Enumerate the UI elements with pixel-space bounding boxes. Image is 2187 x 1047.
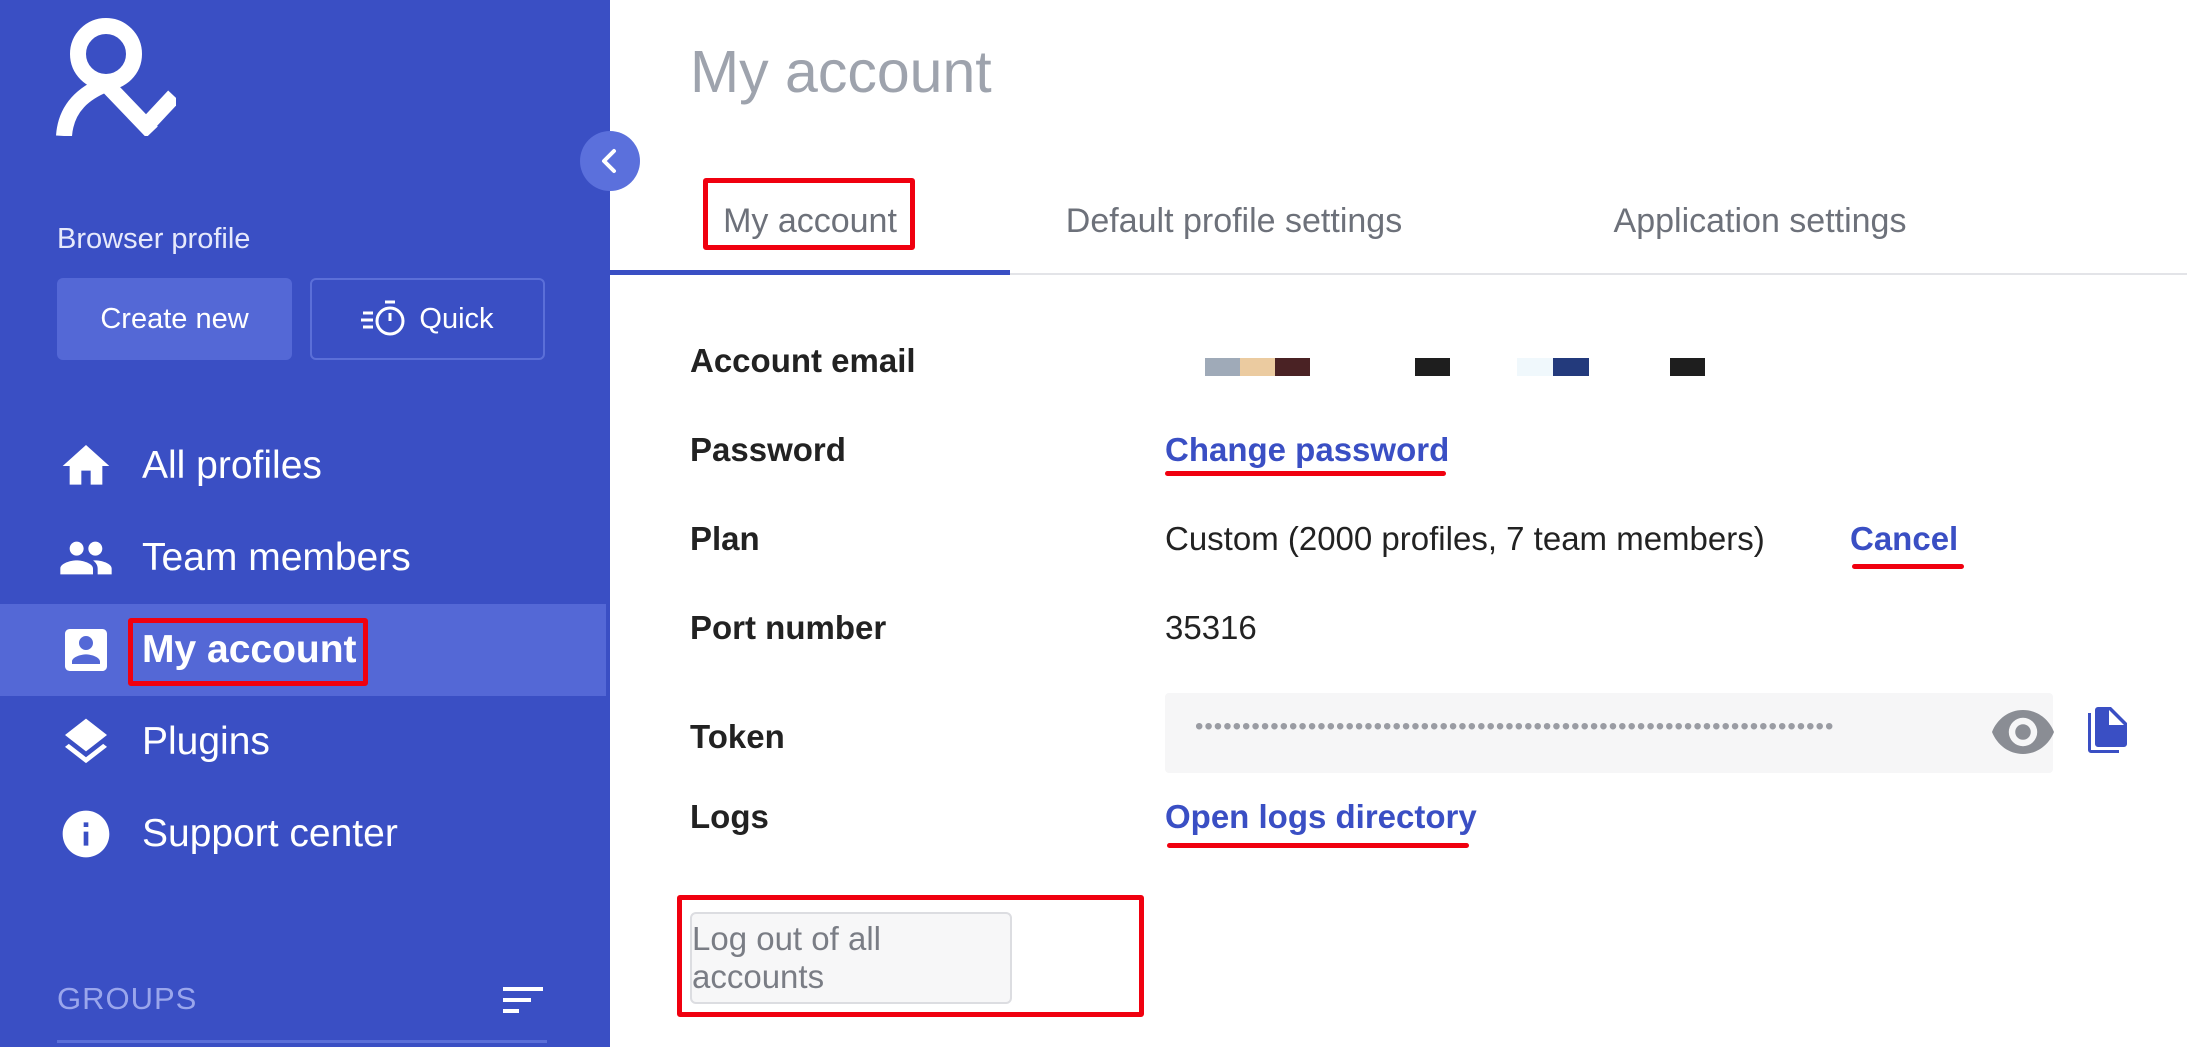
sort-icon[interactable] <box>501 981 547 1019</box>
collapse-sidebar-button[interactable] <box>580 131 640 191</box>
groups-header: GROUPS <box>57 975 547 1025</box>
chevron-left-icon <box>602 149 616 173</box>
app-logo <box>56 18 176 136</box>
main-content: My account My account Default profile se… <box>610 0 2187 1047</box>
annotation-underline-cancel <box>1852 564 1964 569</box>
tab-label: Default profile settings <box>1065 202 1403 240</box>
quick-label: Quick <box>419 302 494 335</box>
token-label: Token <box>690 718 785 755</box>
port-number-value: 35316 <box>1165 609 1257 646</box>
cancel-plan-link[interactable]: Cancel <box>1850 520 1958 558</box>
create-new-button[interactable]: Create new <box>57 278 292 360</box>
annotation-box-logout <box>677 895 1144 1017</box>
layers-icon <box>65 718 107 764</box>
logs-label: Logs <box>690 798 769 835</box>
annotation-box-sidebar <box>128 618 368 686</box>
token-masked-value: ••••••••••••••••••••••••••••••••••••••••… <box>1195 713 1835 740</box>
sidebar-item-plugins[interactable]: Plugins <box>0 696 606 788</box>
annotation-box-tab <box>703 178 915 250</box>
quick-create-button[interactable]: Quick <box>310 278 545 360</box>
sidebar-item-label: Plugins <box>142 720 270 763</box>
tab-default-profile-settings[interactable]: Default profile settings <box>1030 170 1438 273</box>
sidebar-item-label: All profiles <box>142 444 322 487</box>
home-icon <box>62 445 110 485</box>
account-email-redacted <box>1205 358 1745 378</box>
tab-label: Application settings <box>1613 202 1907 240</box>
open-logs-directory-link[interactable]: Open logs directory <box>1165 798 1477 836</box>
timer-icon <box>361 300 405 336</box>
sidebar-item-team-members[interactable]: Team members <box>0 512 606 604</box>
people-icon <box>60 541 112 575</box>
eye-icon[interactable] <box>1992 710 2054 754</box>
annotation-underline-password <box>1165 471 1446 476</box>
copy-icon[interactable] <box>2085 707 2129 757</box>
browser-profile-label: Browser profile <box>57 223 251 255</box>
active-tab-indicator <box>610 270 1010 275</box>
plan-value: Custom (2000 profiles, 7 team members) <box>1165 520 1765 557</box>
info-icon <box>62 810 110 858</box>
sidebar-item-label: Support center <box>142 812 398 855</box>
create-new-label: Create new <box>100 302 249 335</box>
sidebar: Browser profile Create new Quick All pro… <box>0 0 610 1047</box>
sidebar-item-support-center[interactable]: Support center <box>0 788 606 880</box>
tab-application-settings[interactable]: Application settings <box>1510 170 2010 273</box>
account-box-icon <box>65 629 107 671</box>
sidebar-item-all-profiles[interactable]: All profiles <box>0 420 606 512</box>
plan-label: Plan <box>690 520 760 557</box>
password-label: Password <box>690 431 846 468</box>
groups-divider <box>57 1040 547 1043</box>
account-email-label: Account email <box>690 342 916 379</box>
port-number-label: Port number <box>690 609 887 646</box>
groups-label: GROUPS <box>57 981 198 1016</box>
token-field[interactable]: ••••••••••••••••••••••••••••••••••••••••… <box>1165 693 2053 773</box>
sidebar-item-label: Team members <box>142 536 411 579</box>
change-password-link[interactable]: Change password <box>1165 431 1449 469</box>
page-title: My account <box>690 39 992 105</box>
annotation-underline-logs <box>1167 843 1469 848</box>
